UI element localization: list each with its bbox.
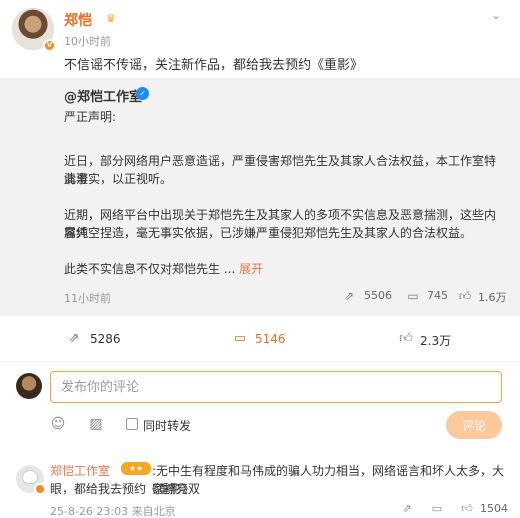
- crown-icon: ♛: [106, 12, 116, 25]
- post-header: V 郑恺 ♛ 10小时前 ⌄: [12, 8, 508, 52]
- repost-icon[interactable]: ⇗: [66, 332, 82, 346]
- like-count[interactable]: 2.3万: [420, 332, 451, 349]
- author-name[interactable]: 郑恺: [64, 10, 92, 30]
- vip-badge-icon: ★★: [121, 462, 151, 475]
- reply-like-count[interactable]: 1504: [480, 502, 508, 515]
- repost-checkbox-label[interactable]: 同时转发: [143, 417, 191, 434]
- repost-author[interactable]: @郑恺工作室: [64, 86, 142, 105]
- repost-line-text: 此类不实信息不仅对郑恺先生 ...: [64, 262, 236, 276]
- comment-icon[interactable]: ▭: [430, 503, 444, 515]
- submit-comment-button[interactable]: 评论: [446, 411, 502, 439]
- reply-author-name[interactable]: 郑恺工作室: [50, 462, 110, 479]
- repost-checkbox[interactable]: [126, 418, 138, 430]
- emoji-icon[interactable]: ☺: [50, 416, 66, 432]
- repost-icon[interactable]: ⇗: [342, 290, 356, 303]
- comment-count[interactable]: 5146: [255, 332, 286, 346]
- like-icon[interactable]: 👍︎: [460, 503, 474, 515]
- share-icon[interactable]: ⇗: [400, 503, 414, 515]
- reply-avatar-figure: [22, 470, 38, 484]
- comment-icon[interactable]: ▭: [406, 290, 420, 303]
- repost-like-count[interactable]: 1.6万: [478, 289, 507, 305]
- repost-line: 此类不实信息不仅对郑恺先生 ... 展开: [64, 260, 263, 278]
- post-time[interactable]: 10小时前: [64, 33, 111, 49]
- repost-count[interactable]: 5286: [90, 332, 121, 346]
- like-icon[interactable]: 👍︎: [398, 332, 414, 346]
- verified-icon: ✓: [136, 87, 149, 100]
- expand-link[interactable]: 展开: [239, 262, 263, 276]
- post-text: 不信谣不传谣，关注新作品，都给我去预约《重影》: [64, 58, 364, 73]
- repost-line: 属凭空捏造，毫无事实依据，已涉嫌严重侵犯郑恺先生及其家人的合法权益。: [64, 226, 473, 240]
- repost-line: 清事实，以正视听。: [64, 172, 173, 186]
- comment-icon[interactable]: ▭: [232, 332, 248, 346]
- reply-meta: 25-8-26 23:03 来自北京: [50, 505, 176, 518]
- reply-text-continued: 眼，都给我去预约《重影》: [50, 482, 195, 496]
- chevron-down-icon[interactable]: ⌄: [488, 8, 504, 22]
- comment-input[interactable]: [50, 371, 502, 403]
- commenter-avatar: [16, 373, 42, 399]
- repost-line: 严正声明:: [64, 110, 117, 124]
- like-icon[interactable]: 👍︎: [458, 290, 472, 303]
- image-icon[interactable]: ▨: [88, 416, 104, 432]
- repost-time[interactable]: 11小时前: [64, 290, 111, 306]
- repost-comment-count[interactable]: 745: [427, 289, 448, 302]
- verified-badge-icon: V: [43, 39, 56, 52]
- verified-badge-icon: [34, 483, 46, 495]
- repost-repost-count[interactable]: 5506: [364, 289, 392, 302]
